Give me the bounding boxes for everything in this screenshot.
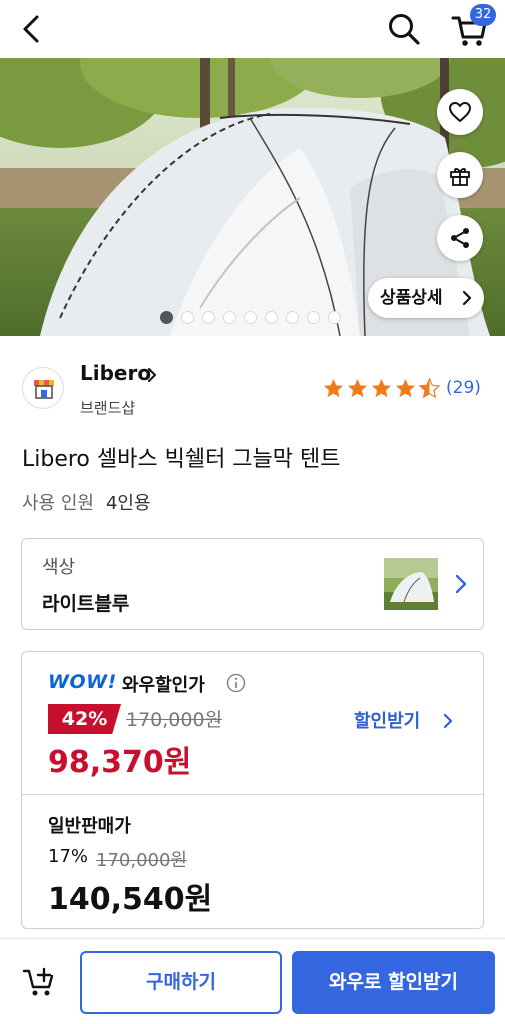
add-to-cart-icon[interactable] — [22, 965, 58, 999]
product-detail-button[interactable]: 상품상세 — [368, 278, 484, 318]
carousel-dot[interactable] — [223, 311, 236, 324]
chevron-right-icon — [462, 290, 472, 306]
discount-badge: 42% — [48, 704, 121, 734]
option-thumbnail — [384, 558, 438, 610]
carousel-indicator — [160, 311, 341, 325]
chevron-right-icon — [455, 574, 467, 594]
brand-store-icon — [34, 380, 54, 399]
chevron-right-icon[interactable] — [442, 712, 454, 730]
brand-shop-label[interactable]: 브랜드샵 — [80, 397, 135, 418]
star-icon — [347, 378, 368, 398]
usage-value: 4인용 — [105, 493, 151, 514]
wishlist-button[interactable] — [437, 89, 483, 135]
carousel-dot[interactable] — [181, 311, 194, 324]
option-value: 라이트블루 — [42, 593, 130, 615]
wow-price-label: 와우할인가 — [122, 675, 205, 696]
buy-button[interactable]: 구매하기 — [80, 951, 282, 1014]
star-rating[interactable] — [322, 377, 441, 401]
star-icon — [323, 378, 344, 398]
regular-original-price: 170,000원 — [96, 850, 187, 871]
info-icon[interactable] — [226, 673, 246, 693]
get-discount-link[interactable]: 할인받기 — [354, 707, 420, 733]
usage-label: 사용 인원 — [22, 493, 94, 514]
chevron-right-icon[interactable] — [146, 366, 158, 384]
carousel-dot[interactable] — [328, 311, 341, 324]
carousel-dot[interactable] — [160, 311, 173, 324]
divider — [22, 794, 483, 795]
original-price: 170,000원 — [126, 709, 223, 731]
review-count[interactable]: (29) — [446, 378, 481, 398]
carousel-dot[interactable] — [202, 311, 215, 324]
product-title: Libero 셀바스 빅쉘터 그늘막 텐트 — [22, 447, 341, 472]
regular-price-label: 일반판매가 — [48, 816, 131, 837]
wow-discount-buy-button[interactable]: 와우로 할인받기 — [292, 951, 495, 1014]
share-button[interactable] — [437, 215, 483, 261]
heart-icon — [449, 102, 471, 122]
cart-count-badge: 32 — [470, 4, 496, 26]
wow-logo: WOW! — [48, 671, 117, 693]
star-icon — [395, 378, 416, 398]
product-image-carousel[interactable]: 상품상세 — [0, 58, 505, 336]
share-icon — [451, 228, 469, 248]
carousel-dot[interactable] — [265, 311, 278, 324]
color-option-selector[interactable]: 색상 라이트블루 — [21, 538, 484, 630]
regular-discount-percent: 17% — [48, 846, 89, 867]
carousel-dot[interactable] — [286, 311, 299, 324]
price-panel: WOW! 와우할인가 42% 170,000원 98,370원 할인받기 일반판… — [21, 651, 484, 929]
wow-price: 98,370원 — [48, 745, 192, 780]
usage-info: 사용 인원 4인용 — [22, 489, 151, 515]
brand-logo[interactable] — [22, 367, 64, 409]
bottom-action-bar: 구매하기 와우로 할인받기 — [0, 938, 505, 1024]
star-icon — [371, 378, 392, 398]
gift-button[interactable] — [437, 152, 483, 198]
half-star-icon — [418, 377, 441, 399]
regular-price: 140,540원 — [48, 882, 213, 917]
search-icon[interactable] — [386, 11, 422, 47]
product-detail-label: 상품상세 — [380, 288, 443, 308]
option-label: 색상 — [42, 557, 76, 578]
carousel-dot[interactable] — [307, 311, 320, 324]
top-bar: 32 — [0, 0, 505, 58]
gift-icon — [450, 168, 470, 186]
brand-name[interactable]: Libero — [80, 361, 151, 385]
back-arrow-icon[interactable] — [14, 12, 48, 46]
carousel-dot[interactable] — [244, 311, 257, 324]
